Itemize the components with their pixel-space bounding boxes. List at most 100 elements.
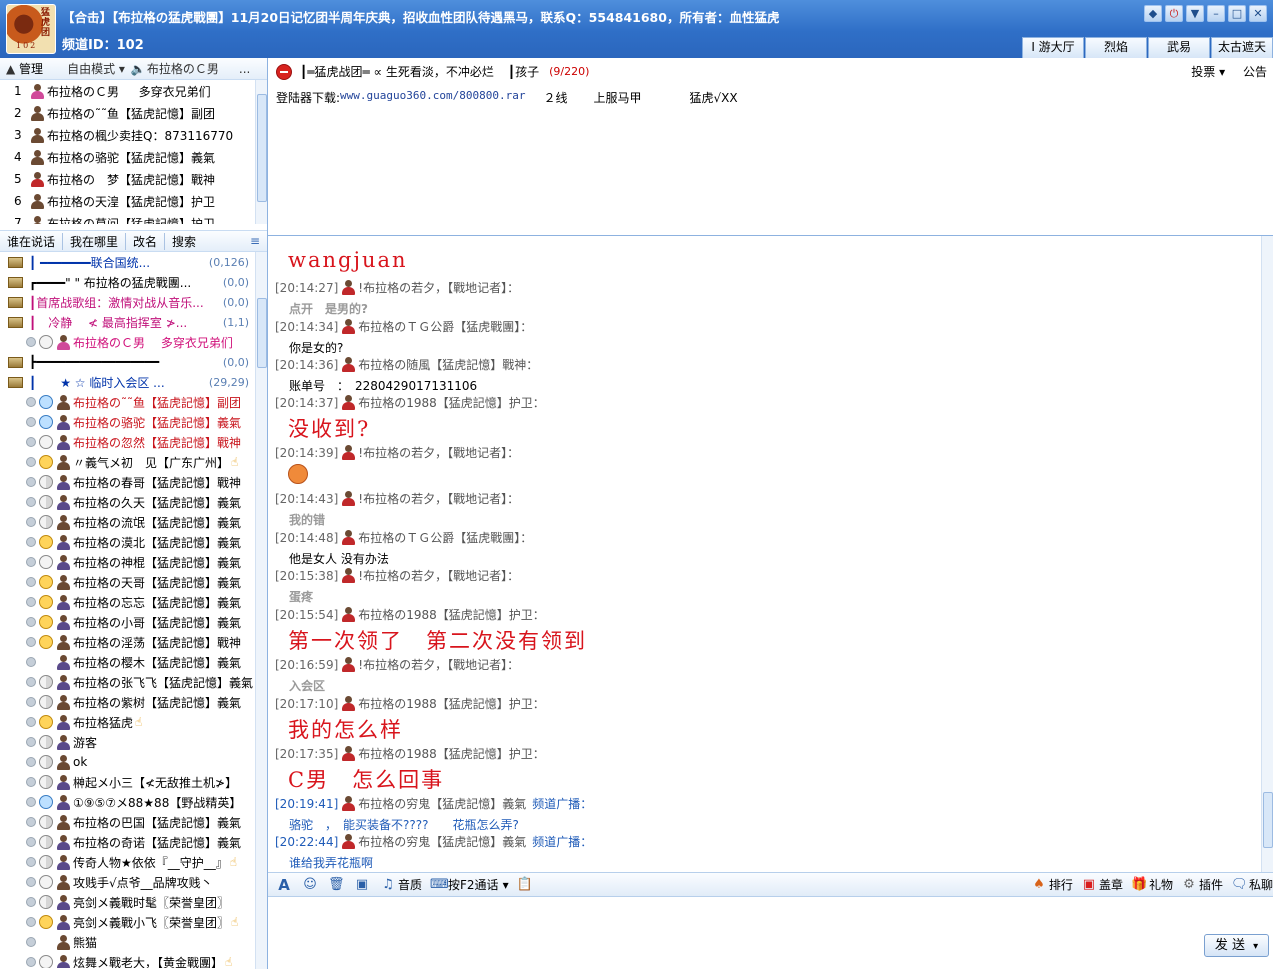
channel-group[interactable]: ┃首席战歌组：激情对战从音乐... (0,0) bbox=[0, 292, 267, 312]
speaker-icon[interactable]: 🔈 bbox=[131, 62, 146, 76]
user-item[interactable]: 布拉格の忽然【猛虎記憶】戰神 bbox=[0, 432, 267, 452]
user-item[interactable]: 攻贱手√点爷__品牌攻贱丶 bbox=[0, 872, 267, 892]
user-item[interactable]: 布拉格猛虎 ☝ bbox=[0, 712, 267, 732]
user-item[interactable]: 布拉格の久天【猛虎記憶】義氣 bbox=[0, 492, 267, 512]
message-sender[interactable]: 布拉格のＴＧ公爵【猛虎戰團】： bbox=[358, 318, 532, 335]
search-tab[interactable]: 谁在说话 bbox=[0, 232, 64, 250]
message-sender[interactable]: !布拉格の若夕，【戰地记者】： bbox=[358, 567, 519, 584]
message-sender[interactable]: 布拉格の穷鬼【猛虎記憶】義氣 bbox=[358, 833, 526, 850]
manager-item[interactable]: 5 布拉格の 梦【猛虎記憶】戰神 bbox=[0, 168, 267, 190]
user-item[interactable]: 布拉格の流氓【猛虎記憶】義氣 bbox=[0, 512, 267, 532]
font-button[interactable]: A bbox=[276, 877, 294, 893]
user-item[interactable]: 传奇人物★依依『__守护__』 ☝ bbox=[0, 852, 267, 872]
clipboard-button[interactable]: 📋 bbox=[517, 877, 535, 893]
user-item[interactable]: 布拉格のＣ男 多穿衣兄弟们 bbox=[0, 332, 267, 352]
group-name: ┣━━━━━━━━━━━━━━━━━ bbox=[29, 355, 160, 369]
message-sender[interactable]: 布拉格の随風【猛虎記憶】戰神： bbox=[358, 356, 538, 373]
message-sender[interactable]: !布拉格の若夕，【戰地记者】： bbox=[358, 656, 519, 673]
plugin-button[interactable]: ⚙ 插件 bbox=[1181, 876, 1223, 893]
user-item[interactable]: ①⑨⑤⑦メ88★88【野战精英】 bbox=[0, 792, 267, 812]
user-item[interactable]: 布拉格の˜˜鱼【猛虎記憶】副团 bbox=[0, 392, 267, 412]
maximize-icon[interactable]: □ bbox=[1228, 5, 1246, 22]
user-item[interactable]: 布拉格の樱木【猛虎記憶】義氣 bbox=[0, 652, 267, 672]
chat-scrollbar[interactable] bbox=[1261, 236, 1273, 872]
manager-scrollbar[interactable] bbox=[255, 80, 267, 224]
user-item[interactable]: 榊起メ小三【≮无敌推土机≯】 bbox=[0, 772, 267, 792]
message-sender[interactable]: !布拉格の若夕，【戰地记者】： bbox=[358, 444, 519, 461]
top-tab[interactable]: Ⅰ 游大厅 bbox=[1022, 37, 1084, 58]
manage-toggle[interactable]: ▲ 管理 bbox=[6, 60, 43, 77]
top-tab[interactable]: 武易 bbox=[1148, 37, 1210, 58]
stamp-button[interactable]: ▣ 盖章 bbox=[1081, 876, 1123, 893]
clear-button[interactable]: 🗑 bbox=[328, 877, 346, 893]
manager-item[interactable]: 6 布拉格の天湟【猛虎記憶】护卫 bbox=[0, 190, 267, 212]
gift-button[interactable]: 🎁 礼物 bbox=[1131, 876, 1173, 893]
message-sender[interactable]: 布拉格の1988【猛虎記憶】护卫： bbox=[358, 695, 545, 712]
search-menu-icon[interactable]: ≡ bbox=[243, 234, 267, 248]
user-item[interactable]: 布拉格の春哥【猛虎記憶】戰神 bbox=[0, 472, 267, 492]
rank-button[interactable]: ♠ 排行 bbox=[1031, 876, 1073, 893]
vote-menu[interactable]: 投票 ▾ bbox=[1191, 65, 1225, 79]
user-item[interactable]: 布拉格の忘忘【猛虎記憶】義氣 bbox=[0, 592, 267, 612]
skin-icon[interactable]: ◆ bbox=[1144, 5, 1162, 22]
channel-group[interactable]: ┃ ━━━━━━━联合国统... (0,126) bbox=[0, 252, 267, 272]
user-item[interactable]: 布拉格の天哥【猛虎記憶】義氣 bbox=[0, 572, 267, 592]
search-tab[interactable]: 改名 bbox=[126, 232, 166, 250]
search-tab[interactable]: 搜索 bbox=[165, 233, 203, 250]
user-item[interactable]: 游客 bbox=[0, 732, 267, 752]
manager-item[interactable]: 2 布拉格の˜˜鱼【猛虎記憶】副团 bbox=[0, 102, 267, 124]
user-item[interactable]: 布拉格の巴国【猛虎記憶】義氣 bbox=[0, 812, 267, 832]
private-chat-button[interactable]: 🗨 私聊 bbox=[1231, 876, 1273, 893]
announce-button[interactable]: 公告 bbox=[1243, 65, 1267, 79]
user-item[interactable]: 布拉格の骆驼【猛虎記憶】義氣 bbox=[0, 412, 267, 432]
close-icon[interactable]: ✕ bbox=[1249, 5, 1267, 22]
message-sender[interactable]: 布拉格の1988【猛虎記憶】护卫： bbox=[358, 745, 545, 762]
message-sender[interactable]: 布拉格の1988【猛虎記憶】护卫： bbox=[358, 606, 545, 623]
message-sender[interactable]: 布拉格のＴＧ公爵【猛虎戰團】： bbox=[358, 529, 532, 546]
manager-rank: 1 bbox=[14, 84, 22, 98]
channel-group[interactable]: ┣━━━━━━━━━━━━━━━━━ (0,0) bbox=[0, 352, 267, 372]
mood-icon bbox=[39, 395, 53, 409]
top-tab[interactable]: 烈焰 bbox=[1085, 37, 1147, 58]
user-item[interactable]: 亮剑メ義戰时髦〖荣誉皇团〗 bbox=[0, 892, 267, 912]
user-item[interactable]: 布拉格の漠北【猛虎記憶】義氣 bbox=[0, 532, 267, 552]
user-item[interactable]: 布拉格の紫树【猛虎記憶】義氣 bbox=[0, 692, 267, 712]
user-item[interactable]: 〃義气メ初 见【广东广州】 ☝ bbox=[0, 452, 267, 472]
send-button[interactable]: 发 送 ▾ bbox=[1204, 934, 1269, 957]
user-scrollbar[interactable] bbox=[255, 252, 267, 969]
download-link[interactable]: www.guaguo360.com/800800.rar bbox=[340, 89, 525, 106]
user-item[interactable]: 布拉格の淫荡【猛虎記憶】戰神 bbox=[0, 632, 267, 652]
mode-select[interactable]: 自由模式 ▾ bbox=[67, 60, 125, 77]
user-item[interactable]: 布拉格の神棍【猛虎記憶】義氣 bbox=[0, 552, 267, 572]
manager-item[interactable]: 1 布拉格のＣ男 多穿衣兄弟们 bbox=[0, 80, 267, 102]
emoji-button[interactable]: ☺ bbox=[302, 877, 320, 893]
top-tab[interactable]: 太古遮天 bbox=[1211, 37, 1273, 58]
channel-group[interactable]: ┃ 冷静 ≮ 最高指挥室 ≯... (1,1) bbox=[0, 312, 267, 332]
search-tab[interactable]: 我在哪里 bbox=[63, 232, 127, 250]
manager-item[interactable]: 7 布拉格の莫问【猛虎記憶】护卫 bbox=[0, 212, 267, 224]
channel-group[interactable]: ┃ ★ ☆ 临时入会区 ... (29,29) bbox=[0, 372, 267, 392]
message-sender[interactable]: !布拉格の若夕，【戰地记者】： bbox=[358, 279, 519, 296]
user-item[interactable]: 布拉格の奇诺【猛虎記憶】義氣 bbox=[0, 832, 267, 852]
more-button[interactable]: ... bbox=[239, 62, 250, 76]
manager-item[interactable]: 4 布拉格の骆驼【猛虎記憶】義氣 bbox=[0, 146, 267, 168]
user-item[interactable]: ok bbox=[0, 752, 267, 772]
user-item[interactable]: 熊猫 bbox=[0, 932, 267, 952]
user-item[interactable]: 炫舞メ戰老大，【黄金戰團】 ☝ bbox=[0, 952, 267, 968]
manager-item[interactable]: 3 布拉格の楓少卖挂Q：873116770 bbox=[0, 124, 267, 146]
message-sender[interactable]: 布拉格の穷鬼【猛虎記憶】義氣 bbox=[358, 795, 526, 812]
talk-mode-button[interactable]: ⌨ 按F2通话 ▾ bbox=[430, 876, 509, 893]
message-input[interactable]: 发 送 ▾ bbox=[268, 897, 1273, 969]
message-sender[interactable]: 布拉格の1988【猛虎記憶】护卫： bbox=[358, 394, 545, 411]
power-icon[interactable]: ⏻ bbox=[1165, 5, 1183, 22]
user-item[interactable]: 布拉格の张飞飞【猛虎記憶】義氣 bbox=[0, 672, 267, 692]
channel-group[interactable]: ┏━━━━" " 布拉格の猛虎戰團... (0,0) bbox=[0, 272, 267, 292]
user-item[interactable]: 布拉格の小哥【猛虎記憶】義氣 bbox=[0, 612, 267, 632]
menu-icon[interactable]: ▼ bbox=[1186, 5, 1204, 22]
quality-button[interactable]: ♫ 音质 bbox=[380, 876, 422, 893]
stop-icon[interactable] bbox=[276, 63, 292, 80]
user-item[interactable]: 亮剑メ義戰小飞〖荣誉皇团〗 ☝ bbox=[0, 912, 267, 932]
minimize-icon[interactable]: – bbox=[1207, 5, 1225, 22]
message-sender[interactable]: !布拉格の若夕，【戰地记者】： bbox=[358, 490, 519, 507]
screenshot-button[interactable]: ▣ bbox=[354, 877, 372, 893]
